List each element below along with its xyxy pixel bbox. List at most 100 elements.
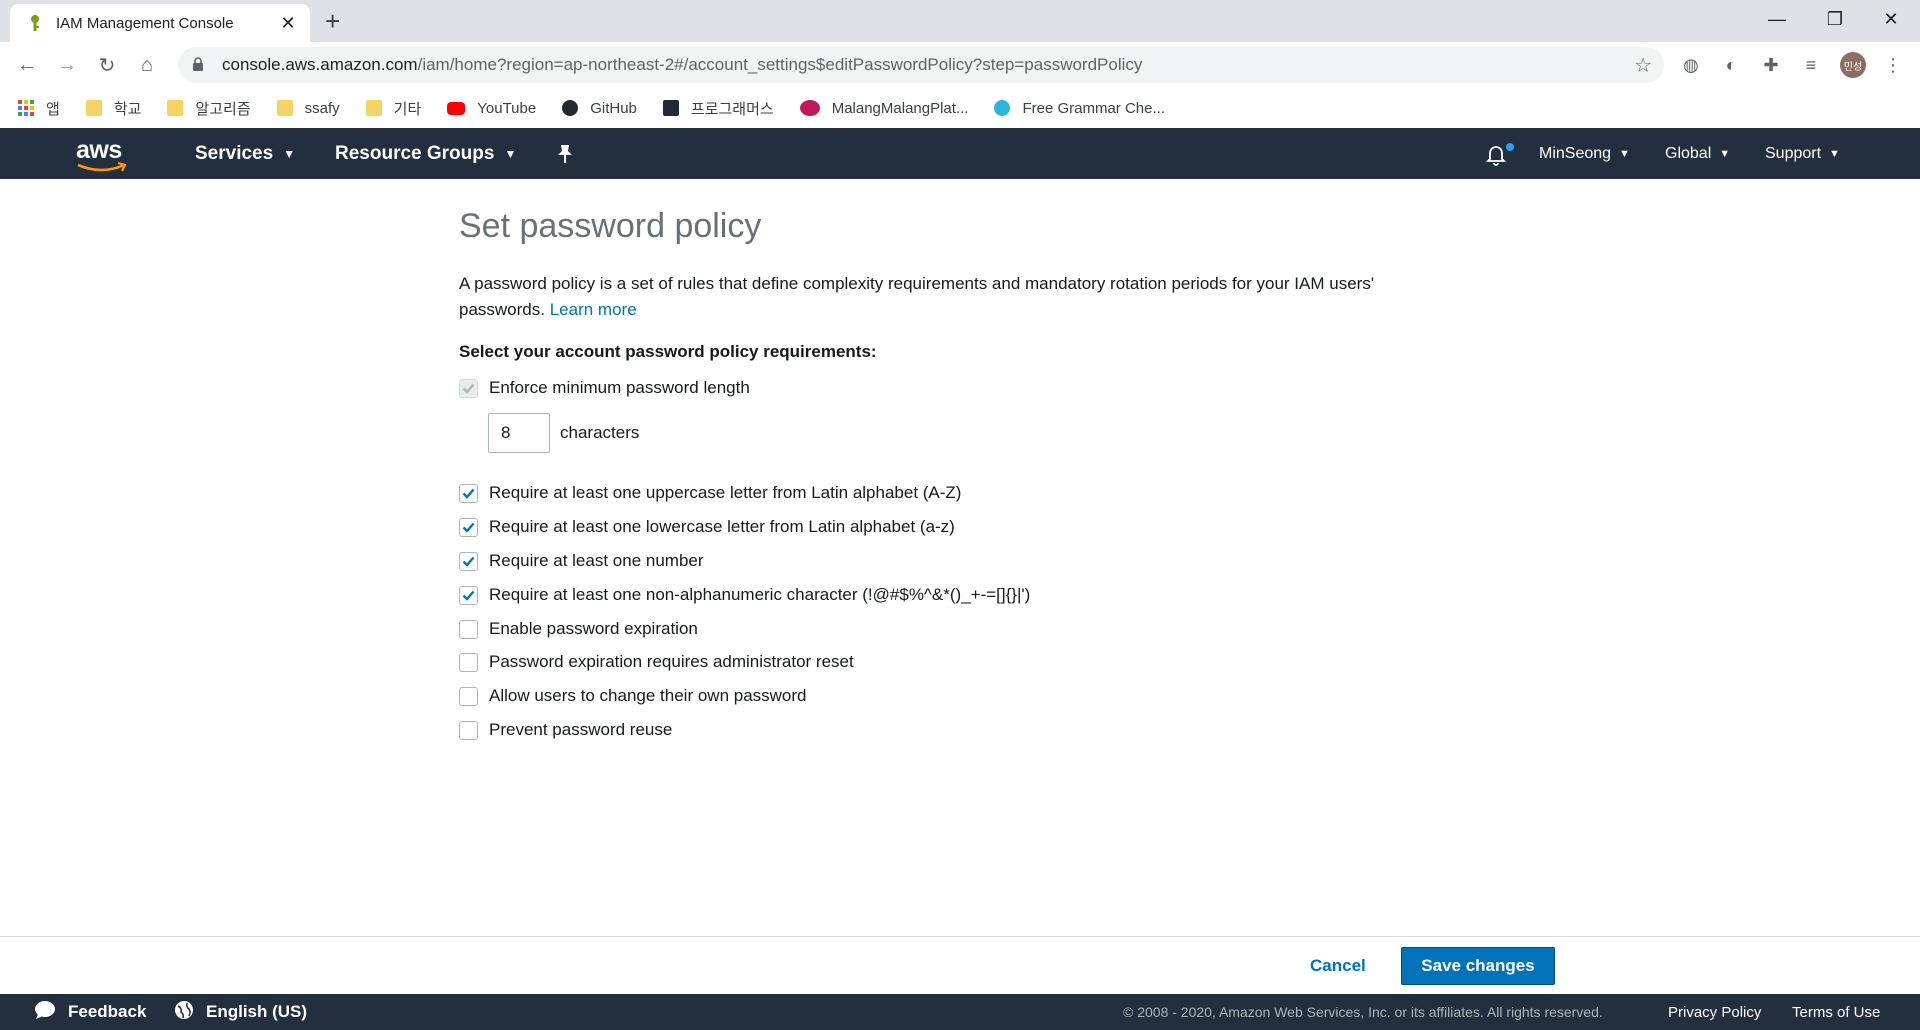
bookmark-label: Free Grammar Che... [1022,99,1165,117]
lowercase-checkbox[interactable] [459,517,478,537]
admin-reset-checkbox[interactable] [459,652,478,672]
console-footer: Feedback English (US) © 2008 - 2020, Ama… [0,994,1920,1030]
min-length-input[interactable] [488,413,550,453]
extension-icon-2[interactable]: ◐ [1718,52,1744,78]
option-allow-change[interactable]: Allow users to change their own password [459,686,807,706]
terms-of-use-link[interactable]: Terms of Use [1792,994,1880,1030]
support-menu[interactable]: Support ▼ [1765,128,1840,179]
region-menu[interactable]: Global ▼ [1665,128,1730,179]
symbol-checkbox[interactable] [459,585,478,605]
bookmark-algorithm[interactable]: 알고리즘 [167,98,251,119]
close-window-icon[interactable]: ✕ [1862,0,1920,38]
bookmark-apps[interactable]: 앱 [18,98,60,119]
folder-icon [365,100,382,116]
chevron-down-icon: ▼ [1719,147,1731,160]
min-length-checkbox[interactable] [459,378,478,398]
bookmark-grammar[interactable]: Free Grammar Che... [994,100,1165,117]
address-bar[interactable]: console.aws.amazon.com/iam/home?region=a… [178,47,1664,83]
close-tab-icon[interactable]: ✕ [278,13,298,34]
region-label: Global [1665,144,1712,162]
lowercase-label: Require at least one lowercase letter fr… [489,517,955,536]
tab-title: IAM Management Console [56,14,234,32]
notifications-bell-icon[interactable] [1484,142,1508,166]
option-min-length[interactable]: Enforce minimum password length [459,378,750,398]
bookmark-label: GitHub [590,99,637,117]
actions-divider [0,936,1920,937]
chevron-down-icon: ▼ [1829,147,1840,160]
services-label: Services [195,142,274,164]
bookmark-label: ssafy [304,99,340,117]
resource-groups-label: Resource Groups [335,142,495,164]
restore-icon[interactable]: ❐ [1806,0,1864,38]
allow-change-label: Allow users to change their own password [489,686,807,705]
extensions-puzzle-icon[interactable]: ✚ [1758,52,1784,78]
number-label: Require at least one number [489,551,704,570]
pin-icon[interactable] [556,128,574,179]
browser-toolbar: ← → ↻ ⌂ console.aws.amazon.com/iam/home?… [0,42,1920,88]
option-number[interactable]: Require at least one number [459,551,704,571]
services-menu[interactable]: Services ▼ [195,128,295,179]
menu-kebab-icon[interactable]: ⋮ [1880,52,1906,78]
language-label: English (US) [206,1002,308,1021]
bookmark-youtube[interactable]: YouTube [447,100,536,117]
language-selector[interactable]: English (US) [174,994,307,1030]
aws-logo-text: aws [76,136,122,164]
bookmark-star-icon[interactable]: ☆ [1634,53,1652,78]
prevent-reuse-checkbox[interactable] [459,720,478,740]
bookmark-malang[interactable]: MalangMalangPlat... [799,99,969,117]
forward-icon[interactable]: → [52,50,82,80]
cancel-button[interactable]: Cancel [1296,947,1380,985]
apps-icon [18,100,34,116]
media-control-icon[interactable]: ≡ [1798,52,1824,78]
bookmark-ssafy[interactable]: ssafy [276,99,340,117]
min-length-unit: characters [560,423,640,442]
expiration-label: Enable password expiration [489,619,698,638]
bookmark-school[interactable]: 학교 [85,98,141,119]
profile-avatar[interactable]: 민성 [1840,52,1866,78]
expiration-checkbox[interactable] [459,619,478,639]
aws-logo[interactable]: aws [74,134,130,174]
prevent-reuse-label: Prevent password reuse [489,720,673,739]
feedback-link[interactable]: Feedback [34,994,146,1030]
allow-change-checkbox[interactable] [459,686,478,706]
number-checkbox[interactable] [459,551,478,571]
youtube-icon [447,101,466,115]
learn-more-link[interactable]: Learn more [550,300,637,319]
bookmark-github[interactable]: GitHub [562,100,637,117]
aws-top-nav: aws Services ▼ Resource Groups ▼ MinSeon… [0,128,1920,179]
bookmarks-bar: 앱 학교 알고리즘 ssafy 기타 YouTube GitHub 프로그래머스… [0,88,1920,128]
option-uppercase[interactable]: Require at least one uppercase letter fr… [459,483,961,503]
copyright-text: © 2008 - 2020, Amazon Web Services, Inc.… [1123,1004,1603,1020]
bookmark-etc[interactable]: 기타 [365,98,421,119]
option-expiration[interactable]: Enable password expiration [459,619,698,639]
min-length-label: Enforce minimum password length [489,378,750,397]
url-host: console.aws.amazon.com [222,55,418,74]
back-icon[interactable]: ← [12,50,42,80]
bookmark-label: YouTube [477,99,537,117]
uppercase-label: Require at least one uppercase letter fr… [489,483,962,502]
aws-smile-icon [77,162,127,172]
page-title: Set password policy [459,207,762,245]
resource-groups-menu[interactable]: Resource Groups ▼ [335,128,516,179]
privacy-policy-link[interactable]: Privacy Policy [1668,994,1761,1030]
browser-tab-strip: IAM Management Console ✕ + — ❐ ✕ [0,0,1920,42]
uppercase-checkbox[interactable] [459,483,478,503]
new-tab-icon[interactable]: + [325,6,340,36]
browser-tab[interactable]: IAM Management Console ✕ [10,4,310,42]
bookmark-programmers[interactable]: 프로그래머스 [662,98,774,119]
minimize-icon[interactable]: — [1748,0,1806,38]
url-path: /iam/home?region=ap-northeast-2#/account… [417,55,1143,74]
home-icon[interactable]: ⌂ [132,50,162,80]
chevron-down-icon: ▼ [283,146,296,161]
option-admin-reset[interactable]: Password expiration requires administrat… [459,652,854,672]
folder-icon [167,100,184,116]
extension-icon[interactable]: ◍ [1678,52,1704,78]
symbol-label: Require at least one non-alphanumeric ch… [489,585,1031,604]
option-symbol[interactable]: Require at least one non-alphanumeric ch… [459,585,1030,605]
account-menu[interactable]: MinSeong ▼ [1539,128,1630,179]
reload-icon[interactable]: ↻ [92,50,122,80]
option-prevent-reuse[interactable]: Prevent password reuse [459,720,672,740]
bookmark-label: MalangMalangPlat... [831,99,969,117]
save-changes-button[interactable]: Save changes [1401,947,1555,985]
option-lowercase[interactable]: Require at least one lowercase letter fr… [459,517,955,537]
